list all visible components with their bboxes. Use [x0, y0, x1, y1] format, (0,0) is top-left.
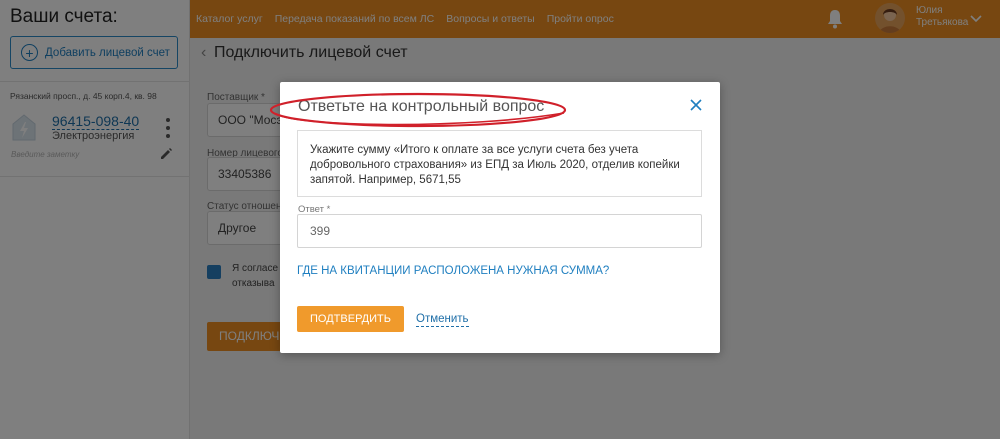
- answer-input[interactable]: 399: [297, 214, 702, 248]
- security-question-dialog: Ответьте на контрольный вопрос Укажите с…: [269, 82, 720, 353]
- red-annotation-ellipse: [269, 92, 567, 128]
- cancel-link[interactable]: Отменить: [416, 313, 469, 327]
- where-is-amount-link[interactable]: ГДЕ НА КВИТАНЦИИ РАСПОЛОЖЕНА НУЖНАЯ СУММ…: [297, 265, 609, 277]
- question-text: Укажите сумму «Итого к оплате за все усл…: [297, 130, 702, 197]
- confirm-button[interactable]: ПОДТВЕРДИТЬ: [297, 306, 404, 332]
- close-icon[interactable]: [690, 99, 702, 111]
